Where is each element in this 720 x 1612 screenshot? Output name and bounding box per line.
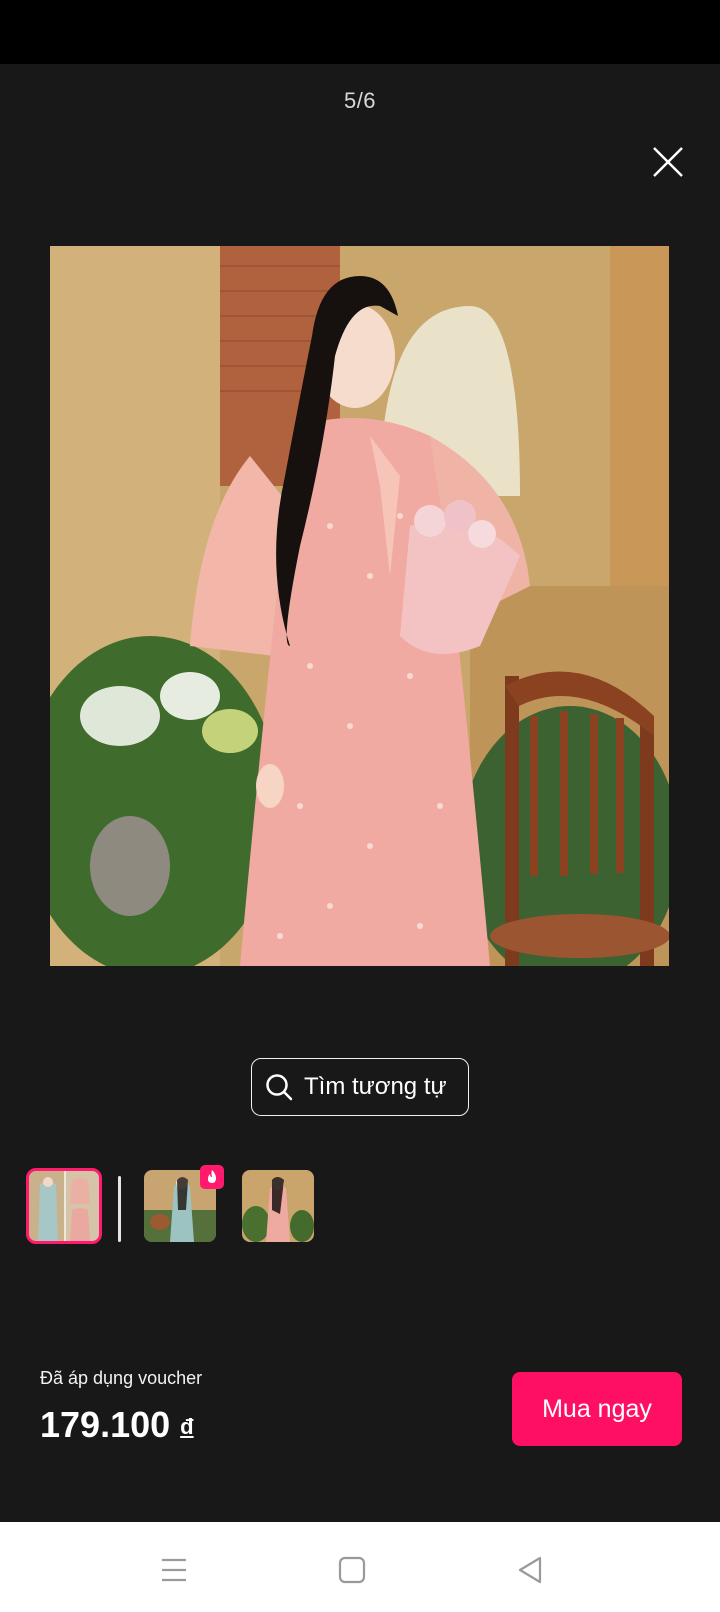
buy-now-button[interactable]: Mua ngay: [512, 1372, 682, 1446]
close-icon: [653, 147, 683, 177]
price-value: 179.100: [40, 1404, 171, 1445]
back-button[interactable]: [510, 1550, 550, 1590]
close-button[interactable]: [648, 142, 688, 182]
find-similar-button[interactable]: Tìm tương tự: [251, 1058, 469, 1116]
thumbnail-divider: [118, 1176, 121, 1242]
thumbnail-3[interactable]: [242, 1170, 314, 1242]
search-icon: [266, 1074, 293, 1101]
menu-button[interactable]: [154, 1550, 194, 1590]
thumbnail-strip: [0, 1165, 720, 1248]
price: 179.100 đ: [40, 1404, 194, 1446]
system-nav-bar: [0, 1522, 720, 1612]
voucher-applied-label: Đã áp dụng voucher: [40, 1368, 203, 1388]
fire-icon: [208, 1170, 216, 1183]
home-button[interactable]: [332, 1550, 372, 1590]
currency-symbol: đ: [180, 1414, 194, 1440]
home-icon: [338, 1556, 366, 1584]
status-bar: [0, 0, 720, 64]
hot-badge: [200, 1165, 224, 1189]
page-counter: 5/6: [343, 88, 377, 113]
product-image[interactable]: [50, 246, 669, 966]
thumbnail-1[interactable]: [26, 1168, 102, 1244]
menu-icon: [162, 1558, 186, 1582]
back-icon: [518, 1556, 542, 1584]
find-similar-label: Tìm tương tự: [304, 1073, 447, 1100]
